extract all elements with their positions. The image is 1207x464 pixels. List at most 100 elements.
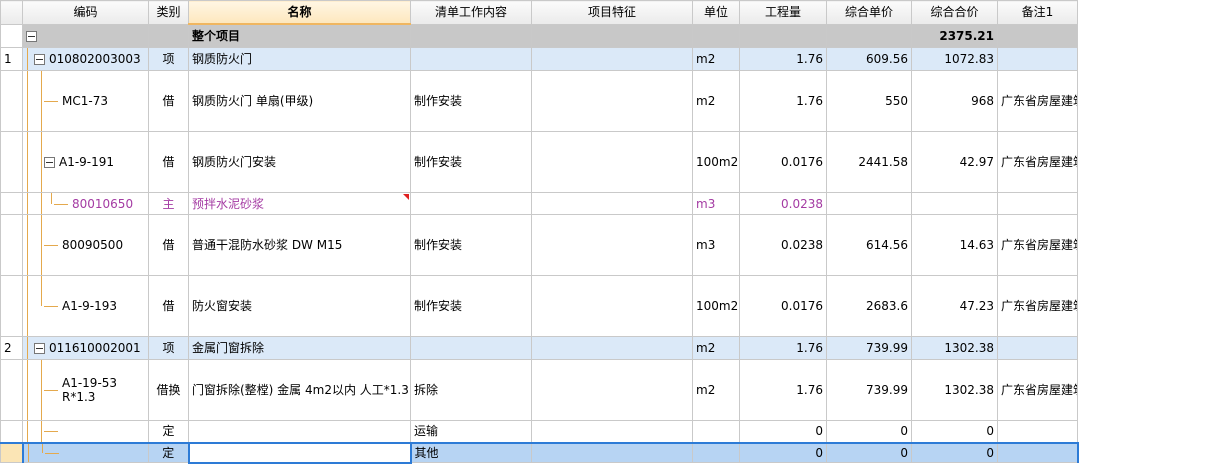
qty-cell[interactable]: 1.76 — [739, 359, 827, 421]
work-cell[interactable]: 运输 — [410, 420, 532, 443]
name-cell[interactable]: 普通干混防水砂浆 DW M15 — [188, 214, 411, 276]
selected-table-row[interactable]: 定 其他 0 0 0 — [0, 441, 1079, 464]
qty-cell[interactable]: 1.76 — [739, 70, 827, 132]
feature-cell[interactable] — [531, 70, 693, 132]
remark-cell[interactable] — [997, 420, 1078, 443]
price-cell[interactable]: 614.56 — [826, 214, 912, 276]
table-row[interactable]: A1-19-53 R*1.3 借换 门窗拆除(整樘) 金属 4m2以内 人工*1… — [0, 359, 1078, 421]
table-row[interactable]: A1-9-191 借 钢质防火门安装 制作安装 100m2 0.0176 244… — [0, 131, 1078, 193]
total-cell[interactable]: 42.97 — [911, 131, 998, 193]
remark-cell[interactable]: 广东省房屋建筑与装饰工程综合定额(2018) — [997, 131, 1078, 193]
price-cell[interactable]: 609.56 — [826, 47, 912, 71]
unit-cell[interactable]: m3 — [692, 192, 740, 215]
col-header-feature[interactable]: 项目特征 — [531, 0, 693, 25]
feature-cell[interactable] — [531, 359, 693, 421]
feature-cell[interactable] — [531, 47, 693, 71]
qty-cell[interactable]: 0.0176 — [739, 275, 827, 337]
qty-cell[interactable]: 0.0238 — [739, 192, 827, 215]
work-cell[interactable]: 拆除 — [410, 359, 532, 421]
type-cell[interactable]: 借 — [148, 70, 189, 132]
remark-cell[interactable] — [997, 336, 1078, 360]
remark-cell[interactable] — [997, 47, 1078, 71]
price-cell[interactable]: 2441.58 — [826, 131, 912, 193]
type-cell[interactable]: 定 — [148, 441, 189, 463]
price-cell[interactable]: 2683.6 — [826, 275, 912, 337]
table-row[interactable]: MC1-73 借 钢质防火门 单扇(甲级) 制作安装 m2 1.76 550 9… — [0, 70, 1078, 132]
col-header-total[interactable]: 综合合价 — [911, 0, 998, 25]
collapse-toggle-icon[interactable] — [26, 30, 37, 42]
col-header-code[interactable]: 编码 — [22, 0, 149, 25]
collapse-toggle-icon[interactable] — [44, 157, 55, 168]
collapse-toggle-icon[interactable] — [34, 343, 45, 354]
table-row[interactable]: 1 010802003003 项 钢质防火门 m2 1.76 609.56 10… — [0, 47, 1078, 71]
qty-cell[interactable]: 1.76 — [739, 47, 827, 71]
feature-cell[interactable] — [531, 131, 693, 193]
type-cell[interactable]: 项 — [148, 336, 189, 360]
type-cell[interactable]: 定 — [148, 420, 189, 443]
table-row[interactable]: A1-9-193 借 防火窗安装 制作安装 100m2 0.0176 2683.… — [0, 275, 1078, 337]
col-header-rownum[interactable] — [0, 0, 23, 25]
total-cell[interactable]: 47.23 — [911, 275, 998, 337]
unit-cell[interactable]: m2 — [692, 359, 740, 421]
name-edit-cell[interactable] — [187, 441, 412, 464]
type-cell[interactable]: 项 — [148, 47, 189, 71]
unit-cell[interactable]: m2 — [692, 336, 740, 360]
type-cell[interactable]: 借 — [148, 275, 189, 337]
col-header-type[interactable]: 类别 — [148, 0, 189, 25]
total-cell[interactable] — [911, 192, 998, 215]
collapse-toggle-icon[interactable] — [34, 54, 45, 65]
name-cell[interactable]: 钢质防火门安装 — [188, 131, 411, 193]
price-cell[interactable]: 739.99 — [826, 359, 912, 421]
price-cell[interactable] — [826, 192, 912, 215]
name-cell[interactable]: 门窗拆除(整樘) 金属 4m2以内 人工*1.3 — [188, 359, 411, 421]
remark-cell[interactable]: 广东省房屋建筑与装饰工程综合定额(2018) — [997, 214, 1078, 276]
price-cell[interactable]: 0 — [826, 441, 912, 463]
unit-cell[interactable]: m2 — [692, 70, 740, 132]
price-cell[interactable]: 550 — [826, 70, 912, 132]
project-row[interactable]: 整个项目 2375.21 — [0, 23, 1078, 48]
unit-cell[interactable]: 100m2 — [692, 275, 740, 337]
work-cell[interactable]: 制作安装 — [410, 214, 532, 276]
table-row[interactable]: 80010650 主 预拌水泥砂浆 m3 0.0238 — [0, 192, 1078, 215]
total-cell[interactable]: 14.63 — [911, 214, 998, 276]
qty-cell[interactable]: 1.76 — [739, 336, 827, 360]
col-header-qty[interactable]: 工程量 — [739, 0, 827, 25]
name-cell[interactable] — [188, 420, 411, 443]
work-cell[interactable] — [410, 336, 532, 360]
qty-cell[interactable]: 0.0238 — [739, 214, 827, 276]
feature-cell[interactable] — [531, 420, 693, 443]
price-cell[interactable]: 0 — [826, 420, 912, 443]
work-cell[interactable]: 制作安装 — [410, 275, 532, 337]
col-header-price[interactable]: 综合单价 — [826, 0, 912, 25]
work-cell[interactable]: 其他 — [410, 441, 532, 463]
price-cell[interactable]: 739.99 — [826, 336, 912, 360]
table-row[interactable]: 定 运输 0 0 0 — [0, 420, 1078, 443]
total-cell[interactable]: 0 — [911, 441, 998, 463]
name-cell[interactable]: 钢质防火门 单扇(甲级) — [188, 70, 411, 132]
type-cell[interactable]: 借 — [148, 131, 189, 193]
total-cell[interactable]: 1302.38 — [911, 359, 998, 421]
unit-cell[interactable] — [692, 420, 740, 443]
unit-cell[interactable]: 100m2 — [692, 131, 740, 193]
qty-cell[interactable]: 0 — [739, 441, 827, 463]
qty-cell[interactable]: 0.0176 — [739, 131, 827, 193]
col-header-unit[interactable]: 单位 — [692, 0, 740, 25]
work-cell[interactable]: 制作安装 — [410, 70, 532, 132]
total-cell[interactable]: 968 — [911, 70, 998, 132]
type-cell[interactable]: 借 — [148, 214, 189, 276]
table-row[interactable]: 80090500 借 普通干混防水砂浆 DW M15 制作安装 m3 0.023… — [0, 214, 1078, 276]
type-cell[interactable]: 主 — [148, 192, 189, 215]
feature-cell[interactable] — [531, 275, 693, 337]
unit-cell[interactable]: m3 — [692, 214, 740, 276]
remark-cell[interactable] — [997, 192, 1078, 215]
name-cell[interactable]: 防火窗安装 — [188, 275, 411, 337]
table-row[interactable]: 2 011610002001 项 金属门窗拆除 m2 1.76 739.99 1… — [0, 336, 1078, 360]
total-cell[interactable]: 0 — [911, 420, 998, 443]
name-cell[interactable]: 金属门窗拆除 — [188, 336, 411, 360]
work-cell[interactable]: 制作安装 — [410, 131, 532, 193]
work-cell[interactable] — [410, 192, 532, 215]
feature-cell[interactable] — [531, 192, 693, 215]
remark-cell[interactable]: 广东省房屋建筑与装饰工程综合定额(2018) — [997, 275, 1078, 337]
remark-cell[interactable] — [997, 441, 1079, 463]
remark-cell[interactable]: 广东省房屋建筑与装饰工程综合定额(2018) — [997, 359, 1078, 421]
